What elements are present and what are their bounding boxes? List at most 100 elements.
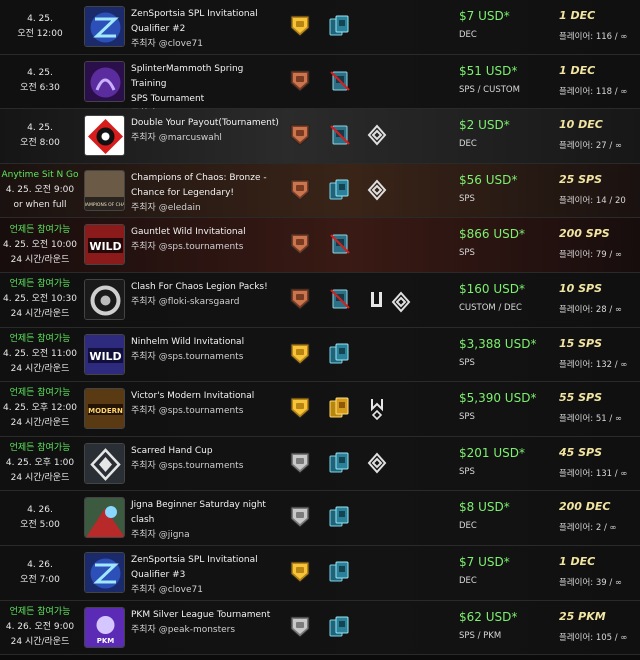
tournament-logo: WILD — [84, 333, 125, 375]
tournament-title[interactable]: ZenSportsia SPL Invitational Qualifier #2… — [131, 7, 281, 52]
entry-fee: 15 SPS — [559, 336, 603, 350]
time-tag: Anytime Sit N Go — [1, 170, 79, 181]
tournament-title[interactable]: Clash For Chaos Legion Packs! 주최자 @floki-… — [131, 280, 281, 310]
prize-value: $2 USD* — [459, 118, 510, 133]
start-time: 언제든 참여가능 4. 25. 오전 10:30 24 시간/라운드 — [0, 273, 80, 327]
league-badge-icon — [289, 560, 311, 584]
host-name[interactable]: @marcuswahl — [159, 133, 222, 143]
league-badge-icon — [289, 14, 311, 38]
tournament-row[interactable]: 언제든 참여가능 4. 25. 오후 12:00 24 시간/라운드 MODERN … — [0, 382, 640, 437]
champions-of-chaos: CHAMPIONS OF CHAOS — [85, 170, 124, 210]
title-line: Ninhelm Wild Invitational — [131, 336, 245, 347]
time-tag: 언제든 참여가능 — [9, 333, 71, 344]
pkm-logo: PKM — [85, 607, 124, 647]
host-name[interactable]: @clove71 — [159, 585, 203, 595]
tournament-row[interactable]: 4. 26. 오전 5:00 Jigna Beginner Saturday ni… — [0, 491, 640, 546]
host-name[interactable]: @sps.tournaments — [159, 406, 244, 416]
tournament-title[interactable]: Scarred Hand Cup 주최자 @sps.tournaments — [131, 444, 281, 474]
player-count: 플레이어: 51 / ∞ — [559, 412, 639, 424]
title-line: ZenSportsia SPL Invitational — [131, 554, 258, 565]
ruleset-bar-icon — [366, 287, 388, 311]
tournament-row[interactable]: 언제든 참여가능 4. 25. 오전 11:00 24 시간/라운드 WILD Ni… — [0, 327, 640, 383]
tournament-logo — [84, 551, 125, 593]
players-value: 105 / ∞ — [595, 632, 628, 643]
tournament-logo — [84, 115, 125, 157]
host-prefix: 주최자 — [131, 351, 156, 362]
league-badge-icon — [289, 451, 311, 475]
prize-value: $7 USD* — [459, 554, 510, 569]
tournament-title[interactable]: Jigna Beginner Saturday night clash 주최자 @… — [131, 498, 281, 543]
tournament-logo — [84, 278, 125, 320]
tournament-title[interactable]: Gauntlet Wild Invitational 주최자 @sps.tourn… — [131, 225, 281, 255]
host-prefix: 주최자 — [131, 296, 156, 307]
host-line: 주최자 @sps.tournaments — [131, 459, 281, 474]
entry-fee: 25 PKM — [559, 609, 606, 623]
card-set-icon — [328, 396, 352, 420]
prize-currency: DEC — [459, 521, 477, 532]
tournament-row[interactable]: 언제든 참여가능 4. 25. 오전 10:00 24 시간/라운드 WILD Ga… — [0, 218, 640, 273]
host-prefix: 주최자 — [131, 584, 156, 595]
prize-value: $201 USD* — [459, 445, 525, 460]
tournament-row[interactable]: 언제든 참여가능 4. 25. 오후 1:00 24 시간/라운드 Scarred … — [0, 436, 640, 492]
tournament-row[interactable]: 언제든 참여가능 4. 25. 오전 10:30 24 시간/라운드 Clash F… — [0, 272, 640, 328]
tournament-row[interactable]: Anytime Sit N Go 4. 25. 오전 9:00 or when fu… — [0, 163, 640, 219]
tournament-title[interactable]: Champions of Chaos: Bronze - Chance for L… — [131, 171, 281, 216]
tournament-title[interactable]: Double Your Payout(Tournament) 주최자 @marcu… — [131, 116, 281, 146]
host-name[interactable]: @clove71 — [159, 39, 203, 49]
tournament-row[interactable]: 4. 25. 오전 6:30 SplinterMammoth Spring Tra… — [0, 54, 640, 119]
time-line: 4. 25. 오전 11:00 — [3, 348, 77, 359]
host-name[interactable]: @sps.tournaments — [159, 461, 244, 471]
tournament-row[interactable]: 언제든 참여가능 4. 26. 오전 9:00 24 시간/라운드 PKM PKM … — [0, 600, 640, 656]
ruleset-icon — [390, 290, 411, 313]
players-value: 118 / ∞ — [595, 86, 628, 97]
host-prefix: 주최자 — [131, 460, 156, 471]
host-name[interactable]: @jigna — [159, 530, 190, 540]
players-prefix: 플레이어: — [559, 195, 594, 206]
zensportsia-logo — [85, 552, 124, 592]
players-value: 51 / ∞ — [595, 414, 623, 425]
tournament-title[interactable]: PKM Silver League Tournament 주최자 @peak-mo… — [131, 608, 281, 638]
wild-red: WILD — [85, 225, 124, 265]
player-count: 플레이어: 28 / ∞ — [559, 303, 639, 315]
tournament-row[interactable]: 4. 25. 오전 8:00 Double Your Payout(Tournam… — [0, 109, 640, 164]
host-name[interactable]: @sps.tournaments — [159, 352, 244, 362]
time-line: 4. 25. — [27, 13, 53, 24]
host-line: 주최자 @eledain — [131, 201, 281, 216]
ruleset-icon — [366, 396, 388, 421]
tournament-logo: MODERN — [84, 388, 125, 430]
league-badge-icon — [289, 615, 311, 639]
host-name[interactable]: @floki-skarsgaard — [159, 297, 240, 307]
tournament-logo: PKM — [84, 606, 125, 648]
host-name[interactable]: @sps.tournaments — [159, 242, 244, 252]
time-line: 24 시간/라운드 — [10, 309, 70, 320]
title-line: SPS Tournament — [131, 93, 205, 104]
time-line: 4. 25. 오전 10:30 — [3, 294, 77, 305]
tournament-title[interactable]: Ninhelm Wild Invitational 주최자 @sps.tourna… — [131, 335, 281, 365]
prize-currency: SPS — [459, 357, 475, 368]
jigna — [85, 498, 124, 538]
prize-currency: DEC — [459, 30, 477, 40]
tournament-row[interactable]: 4. 25. 오전 12:00 ZenSportsia SPL Invitatio… — [0, 0, 640, 55]
card-set-icon — [328, 178, 352, 202]
host-line: 주최자 @jigna — [131, 528, 281, 543]
players-prefix: 플레이어: — [559, 250, 594, 261]
host-name[interactable]: @peak-monsters — [159, 625, 235, 635]
start-time: Anytime Sit N Go 4. 25. 오전 9:00 or when fu… — [0, 164, 80, 218]
tournament-row[interactable]: 4. 26. 오전 7:00 ZenSportsia SPL Invitation… — [0, 545, 640, 601]
time-line: or when full — [13, 200, 67, 211]
title-line: Qualifier #2 — [131, 24, 186, 34]
prize-currency: SPS — [459, 248, 475, 259]
restricted-cards-icon — [328, 287, 352, 311]
host-name[interactable]: @eledain — [159, 203, 201, 213]
time-line: 오전 8:00 — [20, 137, 60, 148]
players-prefix: 플레이어: — [559, 141, 594, 152]
card-set-icon — [328, 342, 352, 366]
players-value: 2 / ∞ — [595, 523, 617, 534]
title-line: Victor's Modern Invitational — [131, 391, 255, 402]
time-line: 24 시간/라운드 — [10, 473, 70, 484]
start-time: 4. 26. 오전 5:00 — [0, 491, 80, 545]
tournament-title[interactable]: ZenSportsia SPL Invitational Qualifier #3… — [131, 553, 281, 598]
host-prefix: 주최자 — [131, 133, 156, 144]
prize-currency: SPS — [459, 193, 475, 204]
tournament-title[interactable]: Victor's Modern Invitational 주최자 @sps.tou… — [131, 389, 281, 419]
